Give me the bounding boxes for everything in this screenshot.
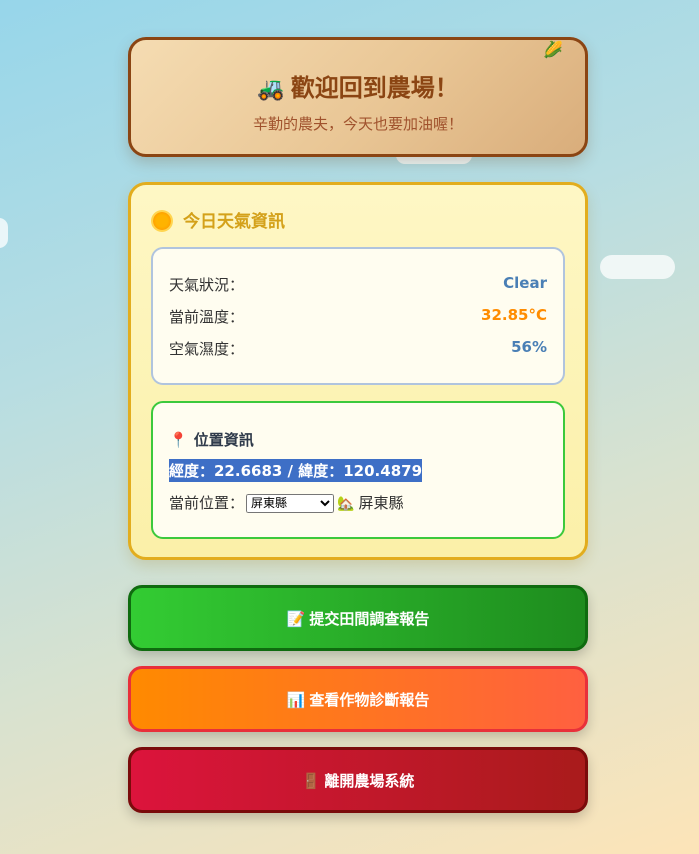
location-heading-text: 位置資訊	[193, 431, 254, 449]
exit-system-label: 離開農場系統	[324, 772, 415, 790]
house-icon: 🏡	[337, 496, 355, 512]
county-select[interactable]: 屏東縣	[246, 493, 335, 513]
memo-icon: 📝	[286, 610, 306, 628]
location-info-box: 📍 位置資訊 經度：22.6683 / 緯度：120.4879 當前位置： 屏東縣…	[151, 401, 565, 539]
weather-condition-value: Clear	[503, 274, 547, 292]
welcome-title-text: 歡迎回到農場！	[290, 74, 459, 102]
current-location-label: 當前位置：	[169, 494, 245, 512]
view-diagnosis-report-button[interactable]: 📊 查看作物診斷報告	[128, 666, 588, 732]
weather-heading: 今日天氣資訊	[153, 207, 285, 232]
exit-system-button[interactable]: 🚪 離開農場系統	[128, 747, 588, 813]
weather-heading-text: 今日天氣資訊	[183, 212, 285, 232]
view-diagnosis-report-label: 查看作物診斷報告	[309, 691, 430, 709]
weather-info-box: 天氣狀況： Clear 當前溫度： 32.85°C 空氣濕度： 56%	[151, 247, 565, 385]
weather-panel: 今日天氣資訊 天氣狀況： Clear 當前溫度： 32.85°C 空氣濕度： 5…	[128, 182, 588, 560]
welcome-title: 🚜 歡迎回到農場！	[131, 68, 585, 103]
humidity-label: 空氣濕度：	[169, 340, 245, 358]
welcome-banner: 🌽 🚜 歡迎回到農場！ 辛勤的農夫，今天也要加油喔！	[128, 37, 588, 157]
weather-condition-label: 天氣狀況：	[169, 276, 245, 294]
temperature-value: 32.85°C	[481, 306, 547, 324]
submit-field-survey-button[interactable]: 📝 提交田間調查報告	[128, 585, 588, 651]
door-icon: 🚪	[301, 772, 321, 790]
location-heading: 📍 位置資訊	[169, 429, 254, 450]
humidity-row: 空氣濕度： 56%	[169, 338, 547, 362]
temperature-label: 當前溫度：	[169, 308, 245, 326]
temperature-row: 當前溫度： 32.85°C	[169, 306, 547, 330]
sun-icon	[153, 212, 171, 230]
cloud-decoration	[600, 255, 675, 279]
pin-icon: 📍	[169, 431, 188, 449]
corn-icon: 🌽	[543, 40, 563, 59]
weather-condition-row: 天氣狀況： Clear	[169, 274, 547, 298]
current-location-row: 當前位置： 屏東縣 🏡 屏東縣	[169, 492, 403, 513]
submit-field-survey-label: 提交田間調查報告	[309, 610, 430, 628]
cloud-decoration	[0, 218, 8, 248]
humidity-value: 56%	[511, 338, 547, 356]
tractor-icon: 🚜	[257, 77, 285, 102]
chart-icon: 📊	[286, 691, 306, 709]
current-location-name: 屏東縣	[358, 494, 404, 512]
welcome-subtitle: 辛勤的農夫，今天也要加油喔！	[252, 115, 463, 133]
coordinates-text[interactable]: 經度：22.6683 / 緯度：120.4879	[169, 459, 423, 482]
